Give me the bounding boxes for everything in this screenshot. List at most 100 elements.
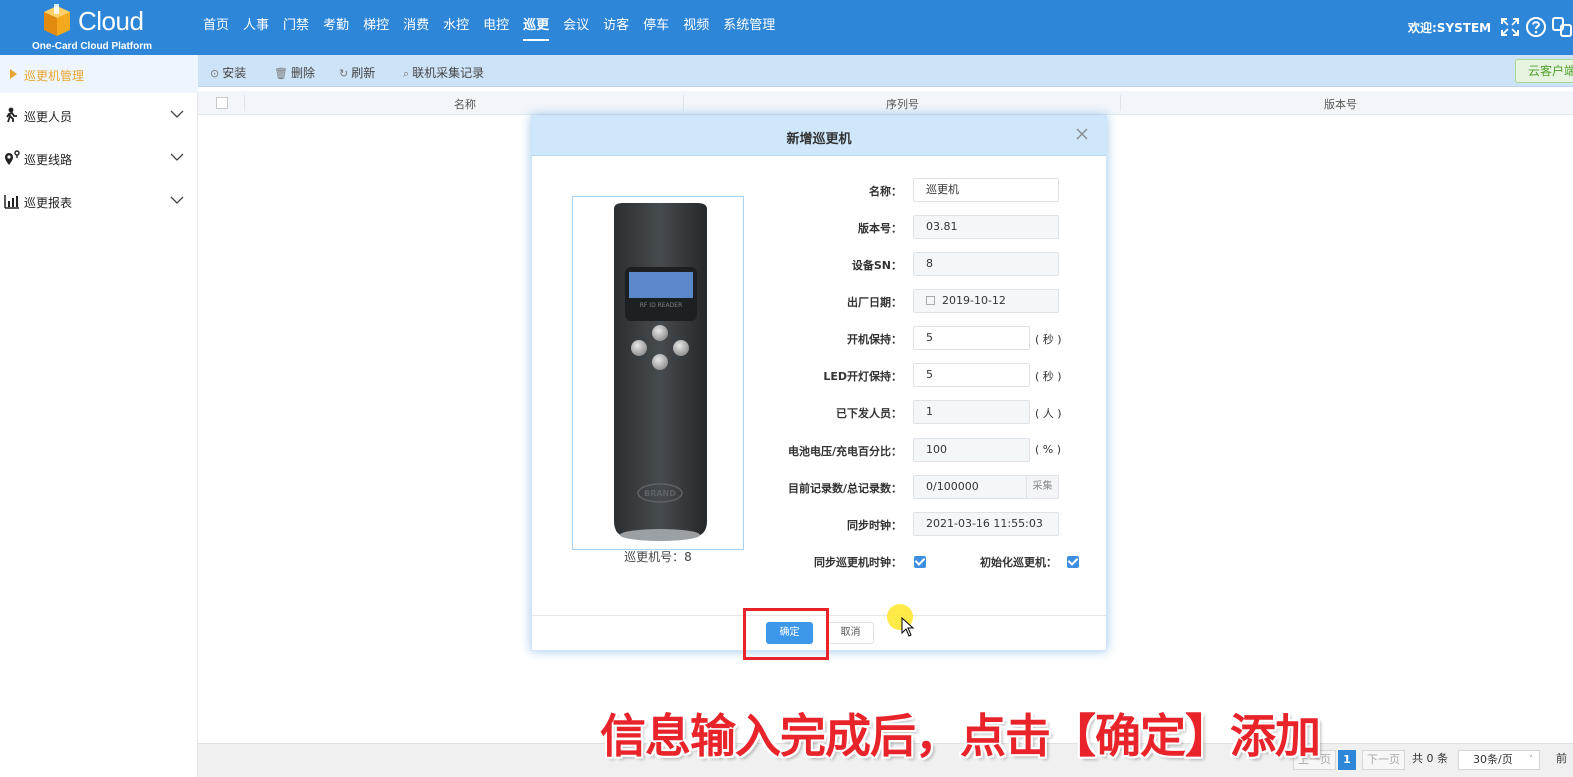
- calendar-icon: [926, 296, 935, 305]
- total-count: 共 0 条: [1412, 752, 1448, 765]
- device-image: RF ID READER BRAND: [572, 196, 744, 550]
- sidebar-item-patrol-device[interactable]: 巡更机管理: [0, 55, 198, 93]
- sidebar-item-label: 巡更人员: [24, 110, 73, 124]
- chevron-down-icon: [170, 196, 184, 204]
- name-input[interactable]: 巡更机: [913, 178, 1059, 202]
- dialog-title: 新增巡更机: [786, 132, 852, 147]
- boot-hold-label: 开机保持：: [847, 333, 902, 346]
- nav-elevator[interactable]: 梯控: [356, 0, 396, 55]
- battery-label: 电池电压/充电百分比：: [787, 445, 902, 458]
- records-button[interactable]: ⌕ 联机采集记录: [403, 64, 484, 81]
- record-count-label: 目前记录数/总记录数：: [787, 482, 902, 495]
- dialog-header: 新增巡更机: [532, 116, 1106, 156]
- nav-meeting[interactable]: 会议: [556, 0, 596, 55]
- select-all-checkbox[interactable]: [216, 97, 228, 109]
- sidebar-item-patrol-staff[interactable]: 巡更人员: [0, 95, 198, 135]
- nav-power[interactable]: 电控: [476, 0, 516, 55]
- close-icon[interactable]: [1074, 126, 1090, 142]
- toolbar: ⊙ 安装 🗑 删除 ↻ 刷新 ⌕ 联机采集记录 云客户端: [198, 55, 1573, 87]
- date-input[interactable]: 2019-10-12: [913, 289, 1059, 313]
- refresh-icon: ↻: [339, 67, 349, 80]
- cloud-client-button[interactable]: 云客户端: [1515, 59, 1573, 83]
- target-icon: ⊙: [210, 67, 220, 80]
- current-page[interactable]: 1: [1338, 750, 1356, 770]
- nav-consumption[interactable]: 消费: [396, 0, 436, 55]
- nav-system[interactable]: 系统管理: [716, 0, 782, 55]
- collect-button[interactable]: 采集: [1026, 475, 1059, 499]
- nav-patrol[interactable]: 巡更: [516, 0, 556, 55]
- column-version[interactable]: 版本号: [1324, 96, 1357, 112]
- add-patrol-device-dialog: 新增巡更机 RF ID READER BRAND 巡更机号：8 名称： 巡更机 …: [531, 115, 1107, 651]
- nav-access[interactable]: 门禁: [276, 0, 316, 55]
- nav-hr[interactable]: 人事: [236, 0, 276, 55]
- led-hold-label: LED开灯保持：: [823, 370, 902, 383]
- delete-button[interactable]: 🗑 删除: [274, 64, 315, 81]
- issued-staff-input[interactable]: 1: [913, 400, 1030, 424]
- sidebar-item-patrol-route[interactable]: 巡更线路: [0, 138, 198, 178]
- sidebar-item-label: 巡更机管理: [24, 69, 85, 83]
- chevron-down-icon: ˅: [1528, 755, 1534, 765]
- patrol-device-illustration: RF ID READER BRAND: [614, 203, 707, 541]
- nav-video[interactable]: 视频: [676, 0, 716, 55]
- cancel-button[interactable]: 取消: [827, 622, 874, 644]
- sn-input[interactable]: 8: [913, 252, 1059, 276]
- app-icon[interactable]: [1551, 16, 1573, 38]
- sync-clock-input[interactable]: 2021-03-16 11:55:03: [913, 512, 1059, 536]
- help-icon[interactable]: [1525, 16, 1547, 38]
- chevron-down-icon: [170, 110, 184, 118]
- column-name[interactable]: 名称: [454, 96, 476, 112]
- init-device-checkbox[interactable]: [1067, 556, 1079, 568]
- logo-box-icon: [44, 4, 70, 36]
- init-device-label: 初始化巡更机：: [980, 556, 1057, 569]
- logo: Cloud One-Card Cloud Platform: [30, 4, 165, 52]
- bar-chart-icon: [4, 195, 19, 209]
- battery-unit: ( % ): [1035, 443, 1062, 456]
- column-divider: [683, 95, 684, 111]
- page-size-select[interactable]: 30条/页 ˅: [1458, 750, 1540, 770]
- device-number: 巡更机号：8: [624, 550, 692, 564]
- boot-hold-input[interactable]: 5: [913, 326, 1030, 350]
- column-divider: [244, 95, 245, 111]
- nav-parking[interactable]: 停车: [636, 0, 676, 55]
- led-hold-unit: ( 秒 ): [1035, 370, 1062, 383]
- nav-attendance[interactable]: 考勤: [316, 0, 356, 55]
- sidebar-item-patrol-report[interactable]: 巡更报表: [0, 181, 198, 221]
- nav-water[interactable]: 水控: [436, 0, 476, 55]
- column-divider: [1120, 95, 1121, 111]
- name-label: 名称：: [869, 185, 902, 198]
- date-label: 出厂日期：: [847, 296, 902, 309]
- table-header: 名称 序列号 版本号: [198, 91, 1573, 115]
- version-label: 版本号：: [858, 222, 902, 235]
- sidebar-item-label: 巡更报表: [24, 196, 73, 210]
- fullscreen-icon[interactable]: [1499, 16, 1521, 38]
- trash-icon: 🗑: [274, 67, 288, 80]
- sidebar: 巡更机管理 巡更人员 巡更线路 巡更报表: [0, 55, 198, 777]
- sync-clock-label: 同步时钟：: [847, 519, 902, 532]
- welcome-text: 欢迎:SYSTEM: [1408, 21, 1492, 35]
- search-icon: ⌕: [403, 67, 410, 80]
- sn-label: 设备SN：: [851, 259, 902, 272]
- boot-hold-unit: ( 秒 ): [1035, 333, 1062, 346]
- highlight-box: [743, 608, 829, 660]
- top-header: Cloud One-Card Cloud Platform 首页 人事 门禁 考…: [0, 0, 1573, 55]
- version-input[interactable]: 03.81: [913, 215, 1059, 239]
- nav-visitor[interactable]: 访客: [596, 0, 636, 55]
- issued-staff-unit: ( 人 ): [1035, 407, 1062, 420]
- mouse-pointer-icon: [901, 617, 915, 637]
- main-nav: 首页 人事 门禁 考勤 梯控 消费 水控 电控 巡更 会议 访客 停车 视频 系…: [196, 0, 782, 55]
- logo-subtitle: One-Card Cloud Platform: [32, 41, 153, 52]
- led-hold-input[interactable]: 5: [913, 363, 1030, 387]
- jump-label: 前: [1556, 752, 1567, 765]
- device-brand-text: BRAND: [644, 489, 676, 498]
- record-count-input[interactable]: 0/100000: [913, 475, 1027, 499]
- device-screen-text: RF ID READER: [640, 302, 682, 309]
- next-page-button[interactable]: 下一页: [1362, 750, 1405, 770]
- nav-home[interactable]: 首页: [196, 0, 236, 55]
- logo-word: Cloud: [78, 6, 144, 36]
- sidebar-item-label: 巡更线路: [24, 153, 73, 167]
- sync-device-clock-label: 同步巡更机时钟：: [814, 556, 902, 569]
- battery-input[interactable]: 100: [913, 438, 1030, 462]
- install-button[interactable]: ⊙ 安装: [210, 64, 246, 81]
- refresh-button[interactable]: ↻ 刷新: [339, 64, 375, 81]
- column-serial[interactable]: 序列号: [886, 96, 919, 112]
